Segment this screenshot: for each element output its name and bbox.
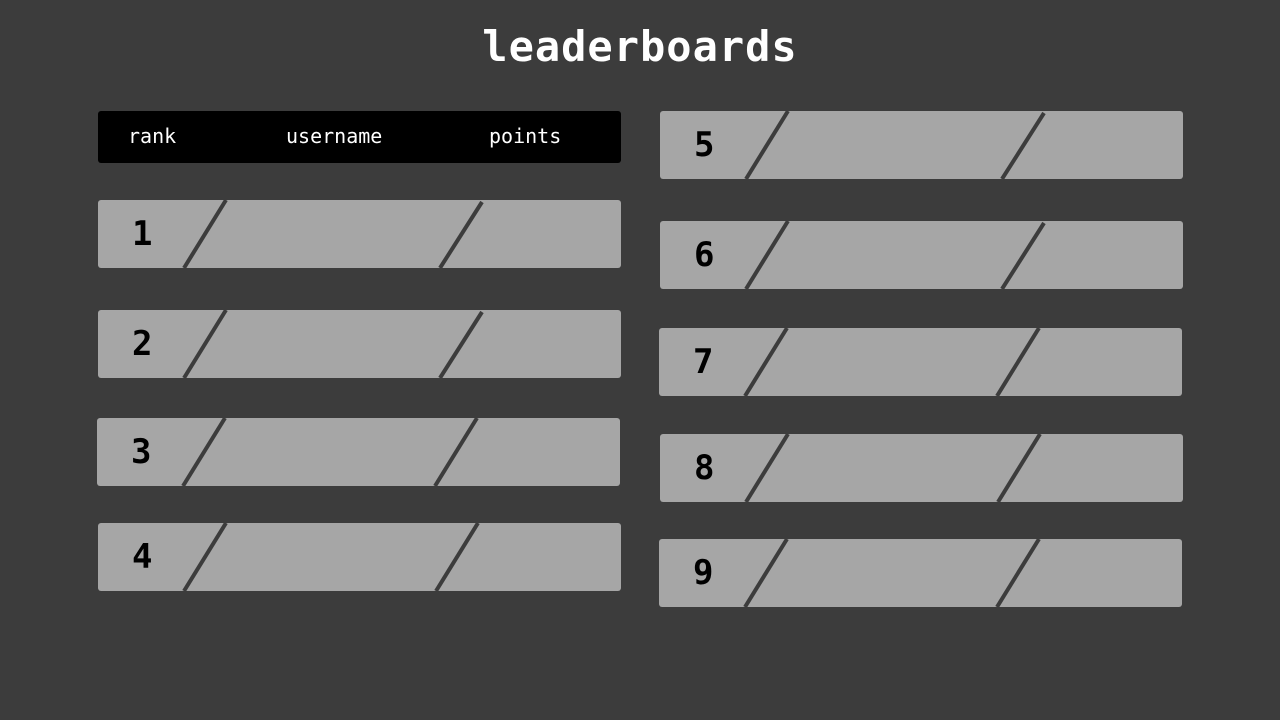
header-rank-label: rank — [128, 124, 177, 148]
row-dividers — [743, 328, 1041, 396]
row-dividers — [182, 200, 484, 268]
row-dividers — [744, 221, 1046, 289]
page-title: leaderboards — [482, 22, 798, 71]
rank-number: 6 — [694, 235, 715, 275]
row-dividers — [181, 418, 479, 486]
leaderboard-row-7: 7 — [659, 328, 1182, 396]
rank-number: 2 — [132, 324, 153, 364]
leaderboard-row-1: 1 — [98, 200, 621, 268]
rank-number: 3 — [131, 432, 152, 472]
row-dividers — [182, 310, 484, 378]
leaderboard-row-8: 8 — [660, 434, 1183, 502]
leaderboard-header: rank username points — [98, 111, 621, 163]
rank-number: 8 — [694, 448, 715, 488]
row-dividers — [744, 111, 1046, 179]
row-dividers — [744, 434, 1042, 502]
rank-number: 1 — [132, 214, 153, 254]
rank-number: 9 — [693, 553, 714, 593]
row-dividers — [182, 523, 480, 591]
rank-number: 5 — [694, 125, 715, 165]
leaderboard-row-5: 5 — [660, 111, 1183, 179]
leaderboard-row-4: 4 — [98, 523, 621, 591]
leaderboard-row-2: 2 — [98, 310, 621, 378]
rank-number: 4 — [132, 537, 153, 577]
leaderboard-row-3: 3 — [97, 418, 620, 486]
rank-number: 7 — [693, 342, 714, 382]
header-points-label: points — [489, 124, 562, 148]
row-dividers — [743, 539, 1041, 607]
leaderboard-row-6: 6 — [660, 221, 1183, 289]
leaderboard-row-9: 9 — [659, 539, 1182, 607]
header-username-label: username — [286, 124, 383, 148]
